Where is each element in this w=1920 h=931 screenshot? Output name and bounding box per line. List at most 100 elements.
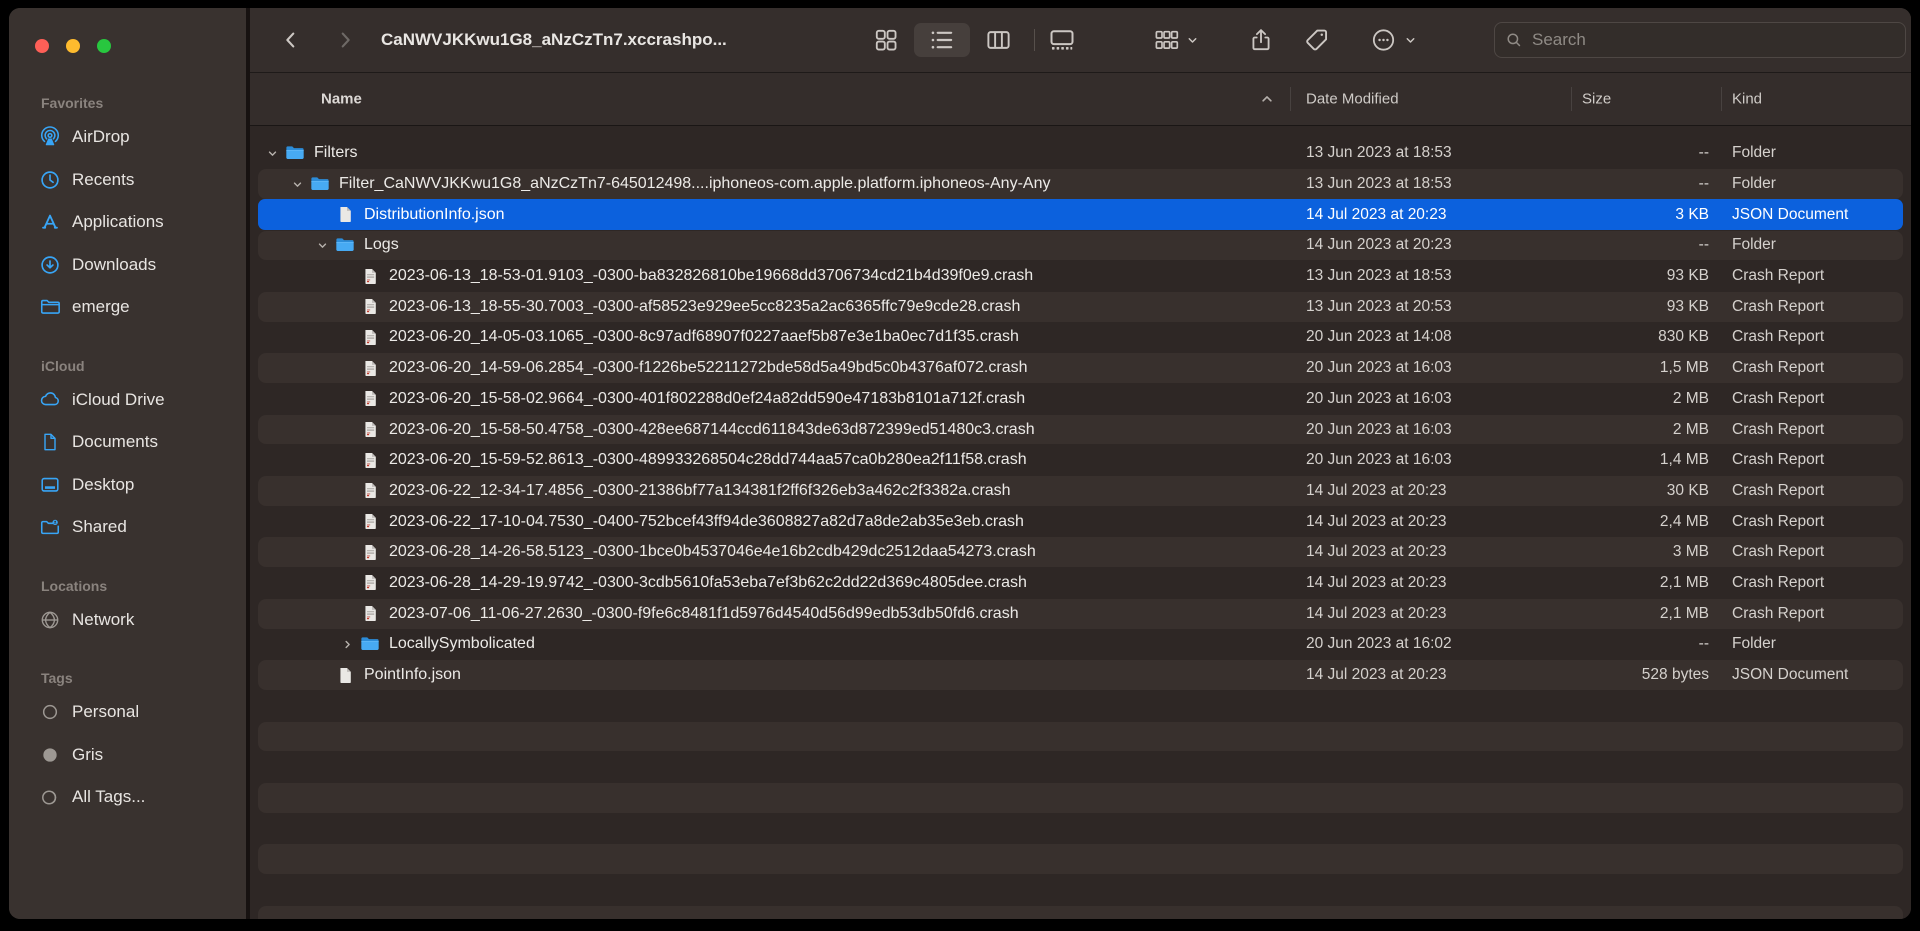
file-row[interactable]: 2023-06-13_18-53-01.9103_-0300-ba8328268…: [250, 261, 1911, 292]
file-row[interactable]: 2023-07-06_11-06-27.2630_-0300-f9fe6c848…: [250, 598, 1911, 629]
sidebar-item-label: iCloud Drive: [72, 390, 165, 410]
column-divider[interactable]: [1571, 87, 1572, 111]
file-name: 2023-06-20_14-59-06.2854_-0300-f1226be52…: [389, 353, 1028, 384]
file-row[interactable]: DistributionInfo.json14 Jul 2023 at 20:2…: [250, 199, 1911, 230]
search-input[interactable]: [1530, 29, 1895, 51]
globe-icon: [39, 609, 61, 631]
file-row[interactable]: Logs14 Jun 2023 at 20:23--Folder: [250, 230, 1911, 261]
file-date-modified: 14 Jul 2023 at 20:23: [1306, 506, 1446, 537]
sort-ascending-icon[interactable]: [1260, 92, 1274, 106]
sidebar-item-label: Documents: [72, 432, 158, 452]
file-row[interactable]: 2023-06-20_14-05-03.1065_-0300-8c97adf68…: [250, 322, 1911, 353]
folder-icon: [334, 230, 356, 261]
sidebar-item-label: AirDrop: [72, 127, 130, 147]
sidebar-item-personal[interactable]: Personal: [9, 691, 246, 734]
file-date-modified: 14 Jul 2023 at 20:23: [1306, 660, 1446, 691]
disclosure-closed-icon[interactable]: [339, 629, 355, 660]
file-size: 528 bytes: [1571, 660, 1709, 691]
more-actions-button[interactable]: [1370, 27, 1417, 54]
close-window-button[interactable]: [35, 39, 49, 53]
file-row[interactable]: Filter_CaNWVJKKwu1G8_aNzCzTn7-645012498.…: [250, 169, 1911, 200]
file-row[interactable]: 2023-06-20_15-59-52.8613_-0300-489933268…: [250, 445, 1911, 476]
disclosure-open-icon[interactable]: [264, 138, 280, 169]
share-button[interactable]: [1248, 27, 1274, 53]
file-kind: Crash Report: [1732, 445, 1824, 476]
sidebar-item-all-tags[interactable]: All Tags...: [9, 776, 246, 819]
file-size: 30 KB: [1571, 476, 1709, 507]
list-view-icon: [928, 27, 955, 54]
column-header-kind[interactable]: Kind: [1732, 91, 1762, 108]
column-view-button[interactable]: [985, 27, 1012, 54]
sidebar-item-gris[interactable]: Gris: [9, 734, 246, 777]
sidebar-sections: FavoritesAirDropRecentsApplicationsDownl…: [9, 88, 246, 841]
file-row[interactable]: 2023-06-13_18-55-30.7003_-0300-af58523e9…: [250, 291, 1911, 322]
sidebar-item-label: Gris: [72, 745, 103, 765]
finder-window: FavoritesAirDropRecentsApplicationsDownl…: [9, 8, 1911, 919]
sidebar-item-recents[interactable]: Recents: [9, 159, 246, 202]
cloud-icon: [39, 389, 61, 411]
file-row[interactable]: 2023-06-20_15-58-02.9664_-0300-401f80228…: [250, 384, 1911, 415]
file-name: Logs: [364, 230, 399, 261]
file-kind: Crash Report: [1732, 568, 1824, 599]
sidebar-item-shared[interactable]: Shared: [9, 506, 246, 549]
file-row[interactable]: 2023-06-28_14-29-19.9742_-0300-3cdb5610f…: [250, 568, 1911, 599]
empty-row: [250, 721, 1911, 752]
file-row[interactable]: 2023-06-28_14-26-58.5123_-0300-1bce0b453…: [250, 537, 1911, 568]
file-name: 2023-06-13_18-53-01.9103_-0300-ba8328268…: [389, 261, 1033, 292]
folder-outline-icon: [39, 296, 61, 318]
file-size: --: [1571, 138, 1709, 169]
file-date-modified: 13 Jun 2023 at 20:53: [1306, 291, 1452, 322]
chevron-right-icon: [334, 29, 356, 51]
file-kind: Crash Report: [1732, 598, 1824, 629]
file-name: 2023-06-13_18-55-30.7003_-0300-af58523e9…: [389, 291, 1020, 322]
list-view-button[interactable]: [928, 27, 955, 54]
file-row[interactable]: 2023-06-20_15-58-50.4758_-0300-428ee6871…: [250, 414, 1911, 445]
sidebar-item-downloads[interactable]: Downloads: [9, 244, 246, 287]
file-row[interactable]: LocallySymbolicated20 Jun 2023 at 16:02-…: [250, 629, 1911, 660]
column-divider[interactable]: [1721, 87, 1722, 111]
json-doc-icon: [334, 660, 356, 691]
sidebar-item-airdrop[interactable]: AirDrop: [9, 116, 246, 159]
file-row[interactable]: 2023-06-22_12-34-17.4856_-0300-21386bf77…: [250, 476, 1911, 507]
zoom-window-button[interactable]: [97, 39, 111, 53]
disclosure-open-icon[interactable]: [314, 230, 330, 261]
minimize-window-button[interactable]: [66, 39, 80, 53]
document-outline-icon: [39, 431, 61, 453]
sidebar-item-documents[interactable]: Documents: [9, 421, 246, 464]
file-date-modified: 20 Jun 2023 at 16:02: [1306, 629, 1452, 660]
file-kind: Crash Report: [1732, 414, 1824, 445]
download-circle-icon: [39, 254, 61, 276]
file-size: 1,5 MB: [1571, 353, 1709, 384]
file-name: 2023-06-22_17-10-04.7530_-0400-752bcef43…: [389, 506, 1024, 537]
icon-view-button[interactable]: [873, 27, 899, 53]
sidebar-item-applications[interactable]: Applications: [9, 201, 246, 244]
sidebar-item-network[interactable]: Network: [9, 599, 246, 642]
desktop-icon: [39, 474, 61, 496]
crash-doc-icon: [359, 476, 381, 507]
forward-button[interactable]: [334, 29, 356, 51]
file-row[interactable]: Filters13 Jun 2023 at 18:53--Folder: [250, 138, 1911, 169]
file-name: Filter_CaNWVJKKwu1G8_aNzCzTn7-645012498.…: [339, 169, 1050, 200]
file-name: 2023-07-06_11-06-27.2630_-0300-f9fe6c848…: [389, 598, 1019, 629]
file-row[interactable]: 2023-06-20_14-59-06.2854_-0300-f1226be52…: [250, 353, 1911, 384]
sidebar-item-desktop[interactable]: Desktop: [9, 464, 246, 507]
file-kind: Crash Report: [1732, 261, 1824, 292]
tags-button[interactable]: [1303, 27, 1330, 54]
file-row[interactable]: PointInfo.json14 Jul 2023 at 20:23528 by…: [250, 660, 1911, 691]
back-button[interactable]: [280, 29, 302, 51]
column-header-date-modified[interactable]: Date Modified: [1306, 91, 1399, 108]
crash-doc-icon: [359, 598, 381, 629]
empty-row: [250, 905, 1911, 919]
disclosure-open-icon[interactable]: [289, 169, 305, 200]
column-header-size[interactable]: Size: [1582, 91, 1611, 108]
group-by-button[interactable]: [1153, 27, 1199, 54]
file-date-modified: 14 Jul 2023 at 20:23: [1306, 476, 1446, 507]
column-header-name[interactable]: Name: [321, 91, 362, 108]
search-field[interactable]: [1494, 22, 1906, 58]
airdrop-icon: [39, 126, 61, 148]
column-divider[interactable]: [1290, 87, 1291, 111]
file-row[interactable]: 2023-06-22_17-10-04.7530_-0400-752bcef43…: [250, 506, 1911, 537]
sidebar-item-icloud-drive[interactable]: iCloud Drive: [9, 379, 246, 422]
gallery-view-button[interactable]: [1048, 26, 1076, 54]
sidebar-item-emerge[interactable]: emerge: [9, 286, 246, 329]
